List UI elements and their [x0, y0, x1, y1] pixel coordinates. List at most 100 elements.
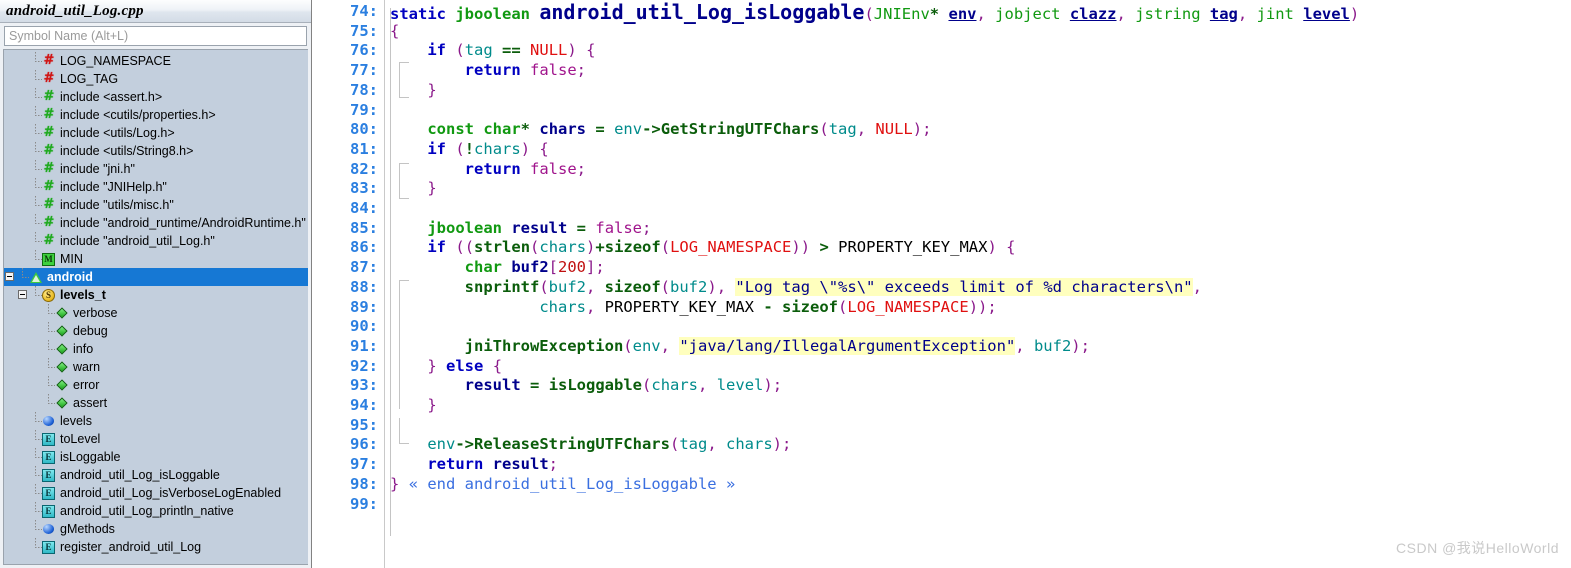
symbol-tree-item[interactable]: Eregister_android_util_Log — [4, 538, 308, 556]
tree-guide — [43, 376, 55, 394]
symbol-tree-item[interactable]: Slevels_t — [4, 286, 308, 304]
symbol-tree-item-label: android_util_Log_isVerboseLogEnabled — [60, 486, 282, 500]
code-line[interactable]: static jboolean android_util_Log_isLogga… — [390, 2, 1359, 25]
code-line[interactable]: jboolean result = false; — [390, 219, 651, 239]
collapse-toggle-icon[interactable] — [4, 268, 17, 286]
code-line[interactable] — [390, 199, 399, 219]
symbol-tree-item[interactable]: # include <utils/String8.h> — [4, 142, 308, 160]
include-green-hash-icon: # — [43, 179, 55, 194]
symbol-tree-item[interactable]: # include "android_util_Log.h" — [4, 232, 308, 250]
symbol-tree-item[interactable]: # include <assert.h> — [4, 88, 308, 106]
code-line[interactable]: } — [390, 396, 436, 416]
code-line[interactable]: jniThrowException(env, "java/lang/Illega… — [390, 336, 1090, 357]
code-line[interactable]: chars, PROPERTY_KEY_MAX - sizeof(LOG_NAM… — [390, 298, 996, 318]
code-line[interactable]: { — [390, 22, 399, 42]
code-line[interactable]: return result; — [390, 455, 558, 475]
code-line[interactable]: const char* chars = env->GetStringUTFCha… — [390, 120, 931, 140]
include-green-hash-icon: # — [43, 143, 55, 158]
tree-guide — [30, 466, 42, 484]
symbol-tree-item[interactable]: Eandroid_util_Log_println_native — [4, 502, 308, 520]
code-line[interactable]: result = isLoggable(chars, level); — [390, 376, 782, 396]
symbol-tree-item-label: include <utils/Log.h> — [60, 126, 175, 140]
code-line[interactable]: if ((strlen(chars)+sizeof(LOG_NAMESPACE)… — [390, 238, 1015, 258]
symbol-tree-item[interactable]: EisLoggable — [4, 448, 308, 466]
code-line[interactable] — [390, 317, 399, 337]
symbol-tree-item[interactable]: # include "android_runtime/AndroidRuntime… — [4, 214, 308, 232]
tree-guide — [30, 484, 42, 502]
symbol-tree-item[interactable]: # include "jni.h" — [4, 160, 308, 178]
symbol-tree-item-label: include "JNIHelp.h" — [60, 180, 167, 194]
code-line[interactable]: if (tag == NULL) { — [390, 41, 595, 61]
line-number: 77: — [350, 61, 378, 80]
symbol-tree-item[interactable]: # include "utils/misc.h" — [4, 196, 308, 214]
line-number: 81: — [350, 139, 378, 158]
code-line[interactable]: } else { — [390, 357, 502, 377]
collapse-toggle-icon[interactable] — [17, 286, 30, 304]
namespace-triangle-icon — [29, 270, 43, 284]
symbol-tree-item-label: include "utils/misc.h" — [60, 198, 174, 212]
symbol-tree-item[interactable]: android — [4, 268, 308, 286]
symbol-window-panel: android_util_Log.cpp # LOG_NAMESPACE # LOG_… — [0, 0, 312, 568]
code-line[interactable]: env->ReleaseStringUTFChars(tag, chars); — [390, 435, 791, 455]
code-line[interactable]: char buf2[200]; — [390, 258, 605, 278]
tree-guide — [43, 358, 55, 376]
code-editor-pane[interactable]: 74: static jboolean android_util_Log_isLo… — [312, 0, 1571, 568]
line-number: 98: — [350, 474, 378, 493]
tree-guide — [43, 304, 55, 322]
code-line[interactable]: } — [390, 179, 436, 199]
symbol-tree-item[interactable]: debug — [4, 322, 308, 340]
code-line[interactable] — [390, 101, 399, 121]
symbol-tree-item-label: levels_t — [60, 288, 106, 302]
symbol-tree-item[interactable]: EtoLevel — [4, 430, 308, 448]
line-number: 87: — [350, 258, 378, 277]
tree-guide — [30, 52, 42, 70]
symbol-tree-item[interactable]: verbose — [4, 304, 308, 322]
code-line[interactable]: return false; — [390, 160, 586, 180]
code-line[interactable]: } — [390, 81, 436, 101]
tree-guide — [30, 502, 42, 520]
line-number: 88: — [350, 277, 378, 296]
symbol-tree-item[interactable]: gMethods — [4, 520, 308, 538]
function-box-icon: E — [42, 432, 56, 446]
symbol-tree-item[interactable]: # LOG_NAMESPACE — [4, 52, 308, 70]
tree-guide — [43, 340, 55, 358]
code-line[interactable] — [390, 495, 399, 515]
enum-diamond-icon — [55, 396, 69, 410]
symbol-tree-item[interactable]: levels — [4, 412, 308, 430]
symbol-tree-scroll-area[interactable]: # LOG_NAMESPACE # LOG_TAG # include <assert.h… — [3, 49, 308, 565]
symbol-search-input[interactable] — [4, 26, 307, 46]
code-line[interactable]: return false; — [390, 61, 586, 81]
symbol-tree-item-label: LOG_TAG — [60, 72, 119, 86]
symbol-tree-item-label: android_util_Log_isLoggable — [60, 468, 220, 482]
struct-s-circle-icon: S — [42, 288, 56, 302]
symbol-tree-item[interactable]: M MIN — [4, 250, 308, 268]
symbol-tree-item[interactable]: assert — [4, 394, 308, 412]
function-box-icon: E — [42, 468, 56, 482]
code-line[interactable]: if (!chars) { — [390, 140, 548, 160]
symbol-tree-item[interactable]: # include <cutils/properties.h> — [4, 106, 308, 124]
symbol-tree-item[interactable]: error — [4, 376, 308, 394]
symbol-tree-item[interactable]: # include "JNIHelp.h" — [4, 178, 308, 196]
symbol-tree-item[interactable]: # include <utils/Log.h> — [4, 124, 308, 142]
symbol-tree-item[interactable]: Eandroid_util_Log_isLoggable — [4, 466, 308, 484]
symbol-tree-item[interactable]: # LOG_TAG — [4, 70, 308, 88]
symbol-tree-item[interactable]: Eandroid_util_Log_isVerboseLogEnabled — [4, 484, 308, 502]
code-line[interactable]: snprintf(buf2, sizeof(buf2), "Log tag \"… — [390, 277, 1202, 298]
line-number: 86: — [350, 238, 378, 257]
code-line[interactable] — [390, 416, 399, 436]
code-line[interactable]: } « end android_util_Log_isLoggable » — [390, 475, 735, 495]
symbol-tree-item[interactable]: info — [4, 340, 308, 358]
symbol-tree-item[interactable]: warn — [4, 358, 308, 376]
tree-guide — [30, 520, 42, 538]
tree-guide — [43, 394, 55, 412]
